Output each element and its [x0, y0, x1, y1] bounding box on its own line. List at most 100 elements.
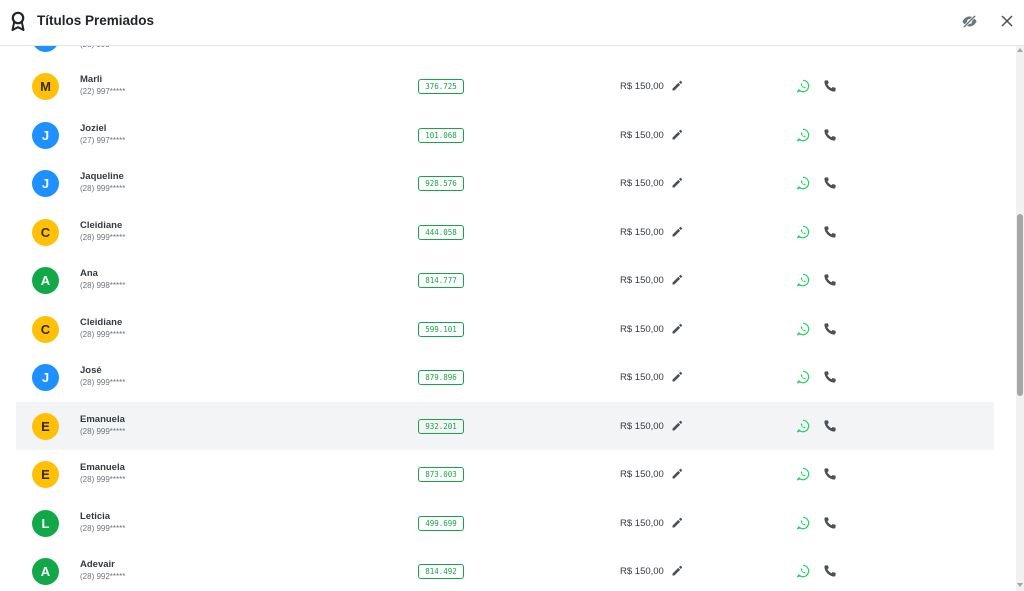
winner-name: Leticia: [80, 510, 111, 522]
award-icon: [11, 11, 25, 31]
list-item: M Marli (22) 997***** 376.725 R$ 150,00: [16, 62, 994, 110]
list-item: J Jaqueline (28) 999***** 928.576 R$ 150…: [16, 159, 994, 207]
winner-name: Adevair: [80, 559, 115, 570]
winner-phone: (28) 999*****: [80, 475, 126, 484]
list-item: J Joziel (27) 997***** 101.068 R$ 150,00: [16, 111, 994, 159]
winner-name: Emanuela: [80, 462, 125, 473]
avatar: E: [32, 412, 59, 440]
phone-icon[interactable]: [823, 273, 837, 287]
whatsapp-icon[interactable]: [796, 79, 810, 93]
modal-header: Títulos Premiados: [0, 0, 1024, 46]
ticket-number-badge: 376.725: [418, 79, 464, 94]
winners-list: (28) 999***** M Marli (22) 997***** 376.…: [0, 0, 1016, 591]
close-icon[interactable]: [999, 13, 1015, 29]
list-item: C Cleidiane (28) 999***** 599.101 R$ 150…: [16, 305, 994, 353]
phone-icon[interactable]: [823, 564, 837, 578]
pencil-icon[interactable]: [671, 80, 683, 92]
list-item: A Ana (28) 998***** 814.777 R$ 150,00: [16, 256, 994, 304]
winner-name: Cleidiane: [80, 316, 123, 328]
pencil-icon[interactable]: [671, 468, 683, 480]
whatsapp-icon[interactable]: [796, 128, 810, 142]
ticket-number-badge: 444.058: [418, 224, 464, 240]
scroll-up-arrow-icon[interactable]: [1017, 48, 1023, 52]
winner-phone: (28) 992*****: [80, 572, 126, 581]
ticket-number-badge: 932.201: [418, 418, 464, 434]
winner-phone: (28) 999*****: [80, 184, 126, 193]
phone-icon[interactable]: [823, 225, 837, 239]
phone-icon[interactable]: [823, 467, 837, 481]
ticket-number-badge: 814.492: [418, 564, 464, 579]
winner-phone: (28) 999*****: [80, 378, 126, 387]
winner-phone: (28) 999*****: [80, 329, 126, 339]
pencil-icon[interactable]: [671, 517, 683, 529]
winner-phone: (28) 998*****: [80, 281, 126, 290]
list-item: E Emanuela (28) 999***** 873.003 R$ 150,…: [16, 450, 994, 498]
winner-name: Joziel: [80, 122, 107, 134]
list-item: C Cleidiane (28) 999***** 444.058 R$ 150…: [16, 208, 994, 256]
prize-amount: R$ 150,00: [620, 178, 664, 189]
pencil-icon[interactable]: [671, 323, 683, 335]
scrollbar-thumb[interactable]: [1017, 214, 1023, 396]
pencil-icon[interactable]: [671, 274, 683, 286]
phone-icon[interactable]: [823, 176, 837, 190]
prize-amount: R$ 150,00: [620, 566, 664, 577]
pencil-icon[interactable]: [671, 420, 683, 432]
ticket-number-badge: 101.068: [418, 127, 464, 143]
scroll-down-arrow-icon[interactable]: [1017, 583, 1023, 587]
list-item: L Leticia (28) 999***** 499.699 R$ 150,0…: [16, 499, 994, 547]
winner-phone: (22) 997*****: [80, 87, 126, 96]
avatar: L: [32, 509, 59, 537]
ticket-number-badge: 599.101: [418, 321, 464, 337]
prize-amount: R$ 150,00: [620, 469, 664, 480]
avatar: E: [32, 461, 59, 488]
avatar: A: [32, 267, 59, 294]
eye-slash-icon[interactable]: [961, 13, 978, 30]
pencil-icon[interactable]: [671, 565, 683, 577]
list-item: J José (28) 999***** 879.896 R$ 150,00: [16, 353, 994, 401]
ticket-number-badge: 499.699: [418, 515, 464, 531]
whatsapp-icon[interactable]: [796, 322, 810, 336]
list-item: E Emanuela (28) 999***** 932.201 R$ 150,…: [16, 401, 994, 450]
whatsapp-icon[interactable]: [796, 176, 810, 190]
pencil-icon[interactable]: [671, 226, 683, 238]
winner-name: José: [80, 365, 102, 376]
whatsapp-icon[interactable]: [796, 225, 810, 239]
phone-icon[interactable]: [823, 370, 837, 384]
winner-name: Jaqueline: [80, 171, 124, 182]
phone-icon[interactable]: [823, 128, 837, 142]
whatsapp-icon[interactable]: [796, 467, 810, 481]
whatsapp-icon[interactable]: [796, 370, 810, 384]
prize-amount: R$ 150,00: [620, 420, 664, 432]
winner-phone: (27) 997*****: [80, 135, 126, 145]
whatsapp-icon[interactable]: [796, 273, 810, 287]
winner-name: Cleidiane: [80, 219, 123, 231]
pencil-icon[interactable]: [671, 371, 683, 383]
whatsapp-icon[interactable]: [796, 516, 810, 530]
pencil-icon[interactable]: [671, 129, 683, 141]
ticket-number-badge: 814.777: [418, 273, 464, 288]
winner-name: Emanuela: [80, 413, 125, 425]
avatar: M: [32, 73, 59, 100]
avatar: C: [32, 218, 59, 246]
winner-name: Marli: [80, 74, 103, 85]
avatar: J: [32, 121, 59, 149]
avatar: J: [32, 170, 59, 197]
pencil-icon[interactable]: [671, 177, 683, 189]
whatsapp-icon[interactable]: [796, 564, 810, 578]
prize-amount: R$ 150,00: [620, 517, 664, 529]
winner-phone: (28) 999*****: [80, 523, 126, 533]
prize-amount: R$ 150,00: [620, 226, 664, 238]
ticket-number-badge: 879.896: [418, 370, 464, 385]
page-title: Títulos Premiados: [37, 13, 155, 28]
phone-icon[interactable]: [823, 419, 837, 433]
prize-amount: R$ 150,00: [620, 129, 664, 141]
avatar: J: [32, 364, 59, 391]
whatsapp-icon[interactable]: [796, 419, 810, 433]
phone-icon[interactable]: [823, 516, 837, 530]
prize-amount: R$ 150,00: [620, 323, 664, 335]
ticket-number-badge: 928.576: [418, 176, 464, 191]
phone-icon[interactable]: [823, 79, 837, 93]
winner-phone: (28) 999*****: [80, 232, 126, 242]
winner-name: Ana: [80, 268, 98, 279]
phone-icon[interactable]: [823, 322, 837, 336]
